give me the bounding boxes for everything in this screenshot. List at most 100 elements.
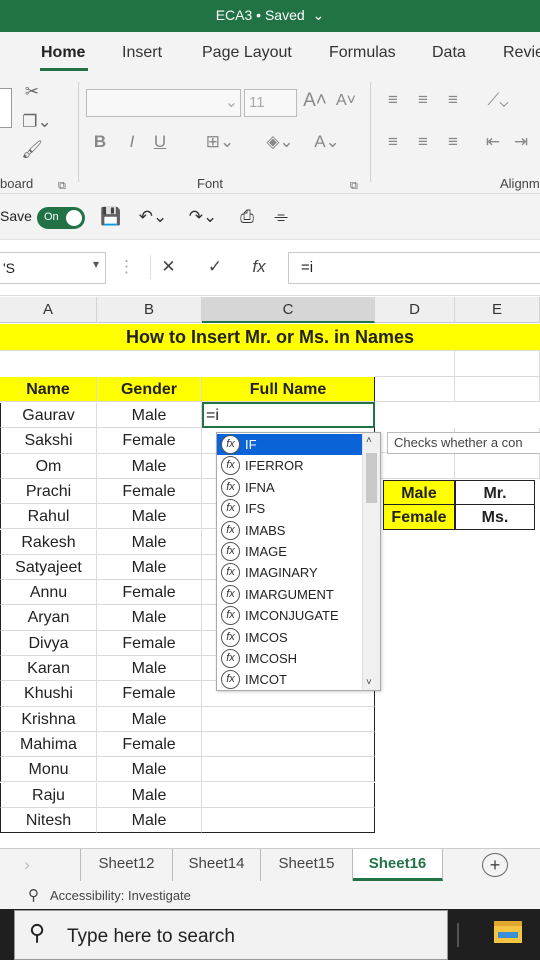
lookup-title-ms[interactable]: Ms. <box>455 505 535 531</box>
cell[interactable] <box>375 351 455 377</box>
cut-icon[interactable]: ✂ <box>20 80 44 104</box>
cell-full-name[interactable] <box>202 807 375 834</box>
cell[interactable] <box>455 377 540 403</box>
tab-review[interactable]: Revie <box>503 44 540 62</box>
undo-icon[interactable]: ↶⌄ <box>136 205 170 229</box>
scrollbar-thumb[interactable] <box>366 453 377 503</box>
orientation-icon[interactable]: ⟋⌄ <box>480 88 516 112</box>
autocomplete-item[interactable]: fx IMCOT <box>217 669 362 690</box>
cell-name[interactable]: Karan <box>0 656 97 682</box>
autocomplete-item[interactable]: fx IMARGUMENT <box>217 584 362 605</box>
header-name[interactable]: Name <box>0 377 97 403</box>
sheet-tab-sheet12[interactable]: Sheet12 <box>80 849 173 881</box>
scroll-sheets-icon[interactable]: › <box>20 853 34 877</box>
autocomplete-item[interactable]: fx IMCOSH <box>217 648 362 669</box>
lookup-gender-female[interactable]: Female <box>383 505 455 531</box>
taskbar-search-box[interactable]: ⚲ Type here to search <box>14 910 448 960</box>
save-icon[interactable]: 💾 <box>100 205 122 229</box>
customize-qat-icon[interactable]: ⌯ <box>270 205 292 229</box>
cell-gender[interactable]: Male <box>97 782 202 808</box>
cell-full-name[interactable] <box>202 731 375 758</box>
cell-name[interactable]: Sakshi <box>0 428 97 454</box>
cell-full-name[interactable] <box>202 706 375 732</box>
increase-indent-icon[interactable]: ⇥ <box>510 130 532 154</box>
font-color-icon[interactable]: A⌄ <box>312 130 342 154</box>
cell-gender[interactable]: Male <box>97 656 202 682</box>
cell-name[interactable]: Divya <box>0 630 97 656</box>
cell-name[interactable]: Krishna <box>0 706 97 732</box>
cell-name[interactable]: Prachi <box>0 478 97 505</box>
accessibility-status[interactable]: Accessibility: Investigate <box>50 882 191 909</box>
autocomplete-item[interactable]: fx IFNA <box>217 477 362 498</box>
cell-gender[interactable]: Male <box>97 807 202 834</box>
autocomplete-item[interactable]: fx IFERROR <box>217 455 362 476</box>
cancel-icon[interactable]: ✕ <box>150 255 186 279</box>
cell-gender[interactable]: Female <box>97 731 202 758</box>
accessibility-icon[interactable]: ⚲ <box>28 882 39 909</box>
format-painter-icon[interactable]: 🖌 <box>20 138 44 162</box>
cell-name[interactable]: Gaurav <box>0 403 97 429</box>
autocomplete-item[interactable]: fx IMCONJUGATE <box>217 605 362 626</box>
paste-icon[interactable] <box>0 88 12 128</box>
cell[interactable] <box>375 454 455 480</box>
cell-name[interactable]: Khushi <box>0 681 97 707</box>
align-bottom-icon[interactable]: ≡ <box>442 88 464 112</box>
align-right-icon[interactable]: ≡ <box>442 130 464 154</box>
column-header-a[interactable]: A <box>0 297 97 323</box>
enter-icon[interactable]: ✓ <box>200 255 230 279</box>
cell-gender[interactable]: Female <box>97 630 202 656</box>
autocomplete-item[interactable]: fx IF <box>217 434 362 456</box>
header-full-name[interactable]: Full Name <box>202 377 375 403</box>
cell-gender[interactable]: Male <box>97 453 202 479</box>
cell[interactable] <box>375 377 455 403</box>
autocomplete-item[interactable]: fx IFS <box>217 498 362 519</box>
chevron-up-icon[interactable]: ˄ <box>366 435 372 446</box>
cell-gender[interactable]: Female <box>97 478 202 505</box>
cell-gender[interactable]: Male <box>97 403 202 429</box>
align-left-icon[interactable]: ≡ <box>382 130 404 154</box>
underline-button[interactable]: U <box>150 130 170 154</box>
sheet-tab-sheet14[interactable]: Sheet14 <box>173 849 261 881</box>
fill-color-icon[interactable]: ◈⌄ <box>265 130 295 154</box>
sheet-banner-title[interactable]: How to Insert Mr. or Ms. in Names <box>0 324 540 351</box>
cell-name[interactable]: Aryan <box>0 605 97 631</box>
chevron-down-icon[interactable]: ▾ <box>93 257 99 271</box>
decrease-indent-icon[interactable]: ⇤ <box>482 130 504 154</box>
cell[interactable] <box>455 454 540 480</box>
cell[interactable] <box>455 351 540 377</box>
cell-gender[interactable]: Female <box>97 428 202 454</box>
tab-page-layout[interactable]: Page Layout <box>202 44 292 62</box>
cell-gender[interactable]: Male <box>97 529 202 555</box>
bold-button[interactable]: B <box>90 130 110 154</box>
cell-gender[interactable]: Male <box>97 504 202 530</box>
column-header-e[interactable]: E <box>455 297 540 323</box>
cell-gender[interactable]: Female <box>97 580 202 606</box>
cell-name[interactable]: Om <box>0 453 97 479</box>
chevron-down-icon[interactable]: ⌄ <box>313 7 325 23</box>
align-top-icon[interactable]: ≡ <box>382 88 404 112</box>
align-center-icon[interactable]: ≡ <box>412 130 434 154</box>
decrease-font-icon[interactable]: A˅ <box>334 89 358 113</box>
autocomplete-item[interactable]: fx IMCOS <box>217 627 362 648</box>
borders-icon[interactable]: ⊞⌄ <box>205 130 235 154</box>
cell-gender[interactable]: Male <box>97 757 202 783</box>
tab-home[interactable]: Home <box>41 44 85 62</box>
cell-name[interactable]: Raju <box>0 782 97 808</box>
italic-button[interactable]: I <box>122 130 142 154</box>
cell-name[interactable]: Nitesh <box>0 807 97 834</box>
column-header-d[interactable]: D <box>375 297 455 323</box>
add-sheet-icon[interactable]: + <box>482 853 508 877</box>
chevron-down-icon[interactable]: ˅ <box>366 677 372 688</box>
autocomplete-item[interactable]: fx IMAGINARY <box>217 562 362 583</box>
sheet-tab-sheet15[interactable]: Sheet15 <box>261 849 353 881</box>
insert-function-icon[interactable]: fx <box>244 255 274 279</box>
cell-gender[interactable]: Male <box>97 605 202 631</box>
autosave-toggle[interactable]: On <box>37 207 85 229</box>
cell-gender[interactable]: Male <box>97 554 202 581</box>
cell-gender[interactable]: Male <box>97 706 202 732</box>
font-size-select[interactable]: 11 <box>244 89 297 117</box>
autocomplete-item[interactable]: fx IMABS <box>217 520 362 541</box>
cell-full-name[interactable] <box>202 782 375 808</box>
cell-name[interactable]: Mahima <box>0 731 97 758</box>
sheet-tab-sheet16[interactable]: Sheet16 <box>353 849 443 881</box>
